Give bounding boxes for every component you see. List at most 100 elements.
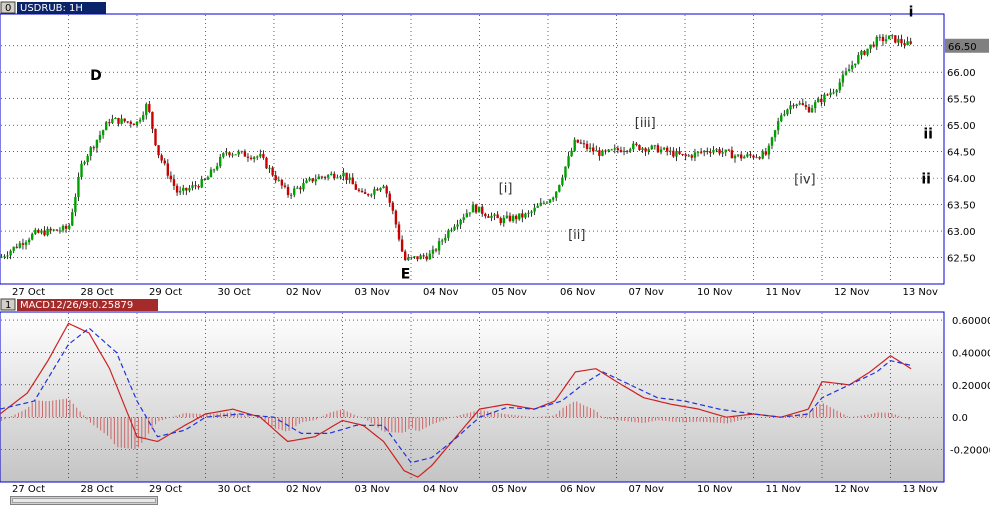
candle-body bbox=[659, 149, 663, 153]
price-panel-title: USDRUB: 1H bbox=[20, 3, 83, 14]
candle-body bbox=[394, 210, 398, 225]
candle-body bbox=[166, 163, 170, 176]
candle-body bbox=[733, 155, 737, 159]
candle-body bbox=[15, 246, 18, 248]
candle-body bbox=[477, 206, 481, 213]
candle-body bbox=[607, 149, 610, 152]
candle-body bbox=[135, 121, 139, 125]
wave-label: [i] bbox=[499, 181, 513, 196]
candle-body bbox=[687, 155, 690, 157]
candle-body bbox=[0, 256, 3, 258]
candle-body bbox=[357, 189, 361, 191]
candle-body bbox=[123, 118, 126, 122]
wave-label: ii bbox=[923, 126, 933, 142]
macd-y-tick-label: 0.60000 bbox=[952, 316, 990, 327]
candle-body bbox=[755, 157, 758, 159]
candle-body bbox=[410, 257, 413, 259]
candle-body bbox=[900, 38, 903, 44]
candle-body bbox=[197, 185, 200, 188]
candle-body bbox=[857, 55, 860, 64]
candle-body bbox=[894, 35, 897, 43]
candle-body bbox=[909, 41, 912, 44]
candle-body bbox=[126, 121, 129, 123]
candle-body bbox=[548, 199, 552, 203]
candle-body bbox=[108, 122, 111, 124]
candle-body bbox=[770, 137, 774, 146]
candle-body bbox=[555, 191, 558, 198]
candle-body bbox=[302, 182, 305, 190]
candle-body bbox=[471, 204, 475, 213]
candle-body bbox=[817, 98, 820, 103]
candle-body bbox=[721, 152, 724, 154]
price-x-tick-label: 12 Nov bbox=[834, 287, 870, 298]
candle-body bbox=[215, 166, 219, 170]
candle-body bbox=[496, 214, 499, 219]
candle-body bbox=[638, 144, 641, 151]
candle-body bbox=[490, 215, 493, 218]
candle-body bbox=[366, 193, 370, 196]
candle-body bbox=[518, 213, 521, 220]
candle-body bbox=[388, 193, 391, 203]
wave-label: ii bbox=[921, 171, 931, 187]
candle-body bbox=[120, 118, 123, 124]
candle-body bbox=[508, 215, 512, 221]
macd-x-tick-label: 30 Oct bbox=[218, 484, 251, 495]
candle-body bbox=[795, 104, 798, 106]
candle-body bbox=[24, 242, 28, 245]
candle-body bbox=[582, 143, 586, 145]
candle-body bbox=[743, 156, 746, 159]
candle-body bbox=[71, 212, 74, 226]
candle-body bbox=[690, 155, 694, 158]
macd-x-tick-label: 12 Nov bbox=[834, 484, 870, 495]
horizontal-scrollbar[interactable] bbox=[10, 496, 158, 505]
scrollbar-thumb[interactable] bbox=[12, 498, 156, 503]
macd-x-tick-label: 11 Nov bbox=[766, 484, 802, 495]
candle-body bbox=[293, 188, 296, 195]
candle-body bbox=[320, 176, 324, 178]
candle-body bbox=[434, 249, 438, 251]
candle-body bbox=[564, 166, 567, 178]
candle-body bbox=[487, 216, 490, 218]
candle-body bbox=[30, 233, 34, 240]
candle-body bbox=[453, 226, 456, 230]
candle-body bbox=[462, 217, 465, 220]
candle-body bbox=[533, 207, 536, 212]
candle-body bbox=[18, 243, 22, 248]
candle-body bbox=[243, 151, 247, 157]
candle-body bbox=[55, 229, 59, 231]
candle-body bbox=[305, 180, 308, 183]
candle-body bbox=[326, 175, 330, 178]
candle-body bbox=[98, 135, 102, 140]
candle-body bbox=[172, 179, 176, 186]
candle-body bbox=[576, 139, 579, 143]
candle-body bbox=[699, 151, 703, 153]
candle-body bbox=[727, 149, 731, 151]
candle-body bbox=[613, 148, 616, 150]
candle-body bbox=[844, 71, 848, 75]
candle-body bbox=[801, 103, 805, 106]
candle-body bbox=[696, 151, 700, 153]
candle-body bbox=[579, 142, 583, 144]
macd-x-tick-label: 06 Nov bbox=[560, 484, 596, 495]
candle-body bbox=[46, 228, 49, 236]
macd-x-tick-label: 10 Nov bbox=[697, 484, 733, 495]
candle-body bbox=[212, 169, 216, 171]
candle-body bbox=[27, 239, 31, 243]
candle-body bbox=[702, 150, 706, 153]
candle-body bbox=[662, 147, 666, 150]
candle-body bbox=[360, 190, 364, 193]
candle-body bbox=[736, 154, 740, 156]
candle-body bbox=[712, 150, 715, 153]
macd-x-tick-label: 07 Nov bbox=[629, 484, 665, 495]
candle-body bbox=[854, 63, 857, 66]
candle-body bbox=[804, 105, 808, 107]
candle-body bbox=[339, 176, 342, 178]
candle-body bbox=[499, 218, 502, 224]
candle-body bbox=[413, 256, 416, 258]
candle-body bbox=[709, 152, 712, 154]
candle-body bbox=[773, 130, 777, 138]
wave-label: [ii] bbox=[568, 228, 585, 243]
price-x-tick-label: 10 Nov bbox=[697, 287, 733, 298]
candle-body bbox=[761, 151, 764, 159]
candle-body bbox=[838, 82, 842, 91]
